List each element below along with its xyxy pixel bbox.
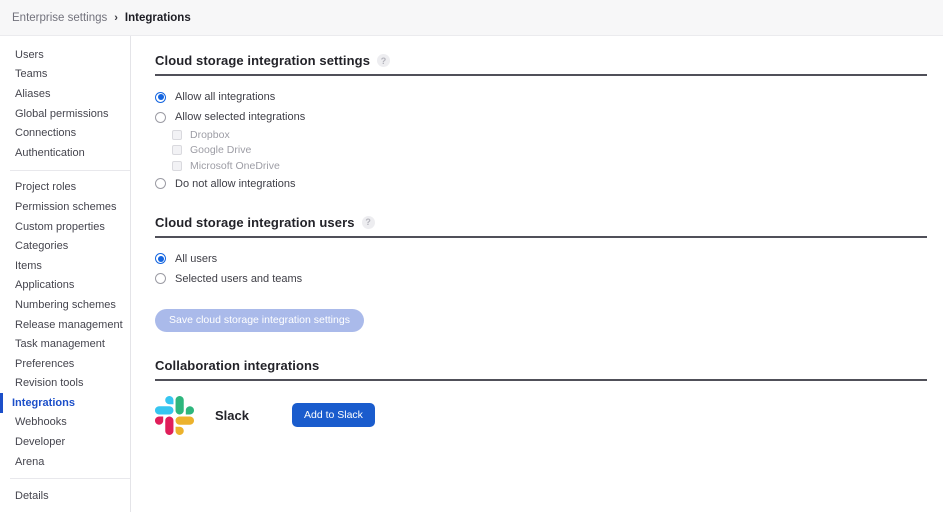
sidebar-item-connections[interactable]: Connections — [0, 123, 130, 143]
sidebar-item-integrations[interactable]: Integrations — [0, 393, 130, 413]
sidebar-item-users[interactable]: Users — [0, 45, 130, 65]
sidebar-item-teams[interactable]: Teams — [0, 65, 130, 85]
section-rule — [155, 236, 927, 238]
sidebar-item-categories[interactable]: Categories — [0, 236, 130, 256]
sidebar-item-webhooks[interactable]: Webhooks — [0, 413, 130, 433]
slack-integration-row: Slack Add to Slack — [155, 396, 927, 435]
sidebar-item-details[interactable]: Details — [0, 486, 130, 506]
selected-integrations-checkboxes: Dropbox Google Drive Microsoft OneDrive — [172, 127, 927, 174]
checkbox-label: Dropbox — [190, 129, 230, 141]
save-cloud-storage-settings-button[interactable]: Save cloud storage integration settings — [155, 309, 364, 332]
sidebar-item-global-permissions[interactable]: Global permissions — [0, 104, 130, 124]
radio-label: Allow all integrations — [175, 91, 275, 103]
radio-button-icon[interactable] — [155, 253, 166, 264]
radio-button-icon[interactable] — [155, 273, 166, 284]
sidebar-item-aliases[interactable]: Aliases — [0, 84, 130, 104]
settings-sidebar: Users Teams Aliases Global permissions C… — [0, 36, 131, 512]
breadcrumb-integrations: Integrations — [125, 12, 191, 24]
cloud-storage-users-title: Cloud storage integration users — [155, 215, 355, 230]
integrations-content: Cloud storage integration settings ? All… — [131, 36, 943, 512]
checkbox-icon — [172, 130, 182, 140]
cloud-storage-settings-title: Cloud storage integration settings — [155, 53, 370, 68]
cloud-storage-users-section: Cloud storage integration users ? All us… — [155, 215, 927, 332]
breadcrumb-enterprise-settings[interactable]: Enterprise settings — [12, 12, 107, 24]
sidebar-item-applications[interactable]: Applications — [0, 276, 130, 296]
section-rule — [155, 379, 927, 381]
add-to-slack-button[interactable]: Add to Slack — [292, 403, 375, 427]
radio-label: Allow selected integrations — [175, 111, 305, 123]
checkbox-icon — [172, 145, 182, 155]
sidebar-item-authentication[interactable]: Authentication — [0, 143, 130, 163]
sidebar-item-items[interactable]: Items — [0, 256, 130, 276]
radio-button-icon[interactable] — [155, 112, 166, 123]
sidebar-item-arena[interactable]: Arena — [0, 452, 130, 472]
checkbox-dropbox: Dropbox — [172, 127, 927, 143]
sidebar-item-release-management[interactable]: Release management — [0, 315, 130, 335]
sidebar-item-project-roles[interactable]: Project roles — [0, 178, 130, 198]
help-icon[interactable]: ? — [362, 216, 375, 229]
breadcrumb-separator-icon: › — [114, 12, 118, 24]
radio-do-not-allow-integrations[interactable]: Do not allow integrations — [155, 174, 927, 194]
radio-button-icon[interactable] — [155, 92, 166, 103]
radio-button-icon[interactable] — [155, 178, 166, 189]
storage-users-radio-group: All users Selected users and teams — [155, 249, 927, 289]
sidebar-divider — [10, 170, 130, 171]
collaboration-integrations-section: Collaboration integrations Slack Add to … — [155, 358, 927, 435]
radio-all-users[interactable]: All users — [155, 249, 927, 269]
checkbox-google-drive: Google Drive — [172, 143, 927, 159]
sidebar-item-developer[interactable]: Developer — [0, 432, 130, 452]
radio-allow-selected-integrations[interactable]: Allow selected integrations — [155, 107, 927, 127]
checkbox-label: Google Drive — [190, 144, 251, 156]
slack-logo-icon — [155, 396, 194, 435]
section-rule — [155, 74, 927, 76]
sidebar-item-revision-tools[interactable]: Revision tools — [0, 374, 130, 394]
collaboration-integrations-title: Collaboration integrations — [155, 358, 319, 373]
checkbox-microsoft-onedrive: Microsoft OneDrive — [172, 158, 927, 174]
radio-selected-users-and-teams[interactable]: Selected users and teams — [155, 269, 927, 289]
sidebar-item-numbering-schemes[interactable]: Numbering schemes — [0, 295, 130, 315]
radio-label: Selected users and teams — [175, 273, 302, 285]
sidebar-divider — [10, 478, 130, 479]
integration-name: Slack — [215, 408, 249, 423]
help-icon[interactable]: ? — [377, 54, 390, 67]
sidebar-item-permission-schemes[interactable]: Permission schemes — [0, 197, 130, 217]
radio-label: Do not allow integrations — [175, 178, 295, 190]
checkbox-label: Microsoft OneDrive — [190, 160, 280, 172]
storage-settings-radio-group: Allow all integrations Allow selected in… — [155, 87, 927, 194]
sidebar-item-preferences[interactable]: Preferences — [0, 354, 130, 374]
sidebar-item-custom-properties[interactable]: Custom properties — [0, 217, 130, 237]
breadcrumb: Enterprise settings › Integrations — [0, 0, 943, 36]
checkbox-icon — [172, 161, 182, 171]
radio-label: All users — [175, 253, 217, 265]
sidebar-item-task-management[interactable]: Task management — [0, 334, 130, 354]
cloud-storage-settings-section: Cloud storage integration settings ? All… — [155, 53, 927, 194]
radio-allow-all-integrations[interactable]: Allow all integrations — [155, 87, 927, 107]
